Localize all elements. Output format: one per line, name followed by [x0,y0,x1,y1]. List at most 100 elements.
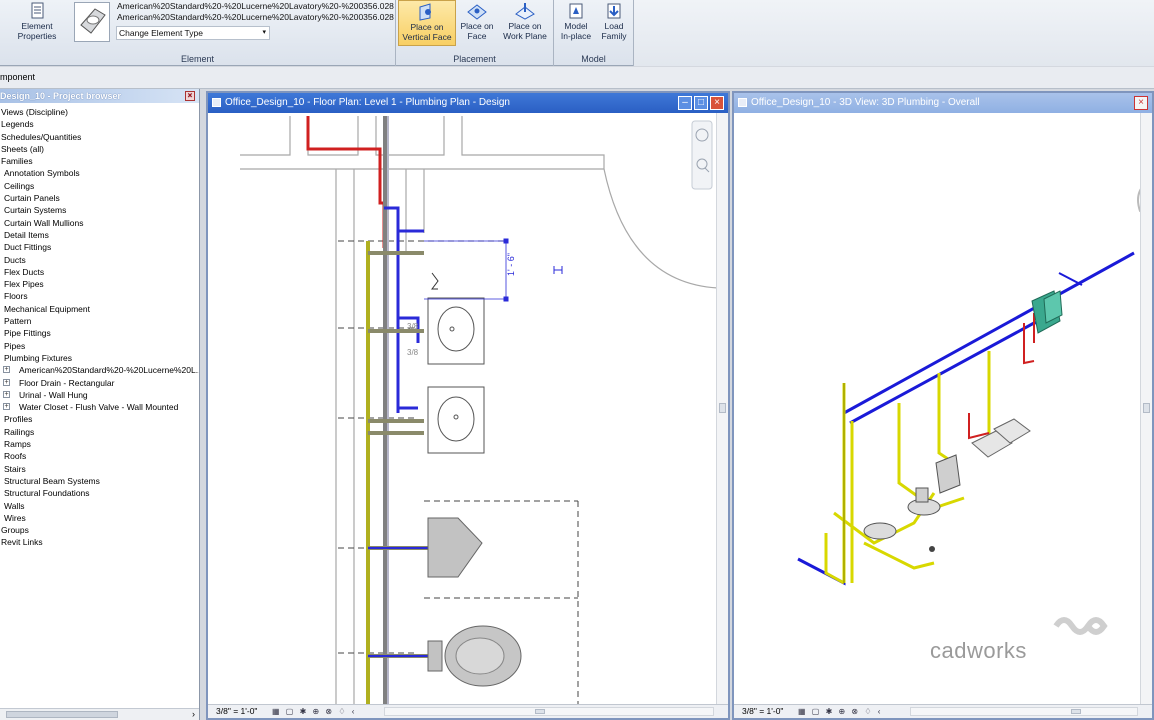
dimension [424,238,563,302]
tree-item[interactable]: + American%20Standard%20-%20Lucerne%20L..… [0,364,199,376]
place-on-work-plane-label: Place on Work Plane [503,21,547,41]
element-group: Element Properties American%20Standard%2… [0,0,396,66]
tree-item[interactable]: Schedules/Quantities [0,131,199,143]
floor-plan-canvas[interactable]: 1' - 6" 3/8 3/8 [208,113,728,704]
cadworks-logo [1050,608,1112,650]
tree-item[interactable]: Legends [0,118,199,130]
tree-item[interactable]: Views (Discipline) [0,106,199,118]
water-closet[interactable] [427,625,522,687]
tree-item[interactable]: Detail Items [0,229,199,241]
tree-item[interactable]: Ceilings [0,180,199,192]
tree-item[interactable]: Structural Beam Systems [0,475,199,487]
urinal[interactable] [427,517,483,578]
tree-item[interactable]: + Floor Drain - Rectangular [0,377,199,389]
scrollbar-thumb[interactable] [719,403,726,413]
scrollbar-thumb[interactable] [1143,403,1150,413]
tree-item-label: Roofs [4,451,27,462]
tree-item[interactable]: Pattern [0,315,199,327]
floor-plan-view-window[interactable]: Office_Design_10 - Floor Plan: Level 1 -… [206,91,730,720]
tree-item[interactable]: Ramps [0,438,199,450]
close-button[interactable]: × [710,96,724,110]
tree-item[interactable]: Floors [0,290,199,302]
expand-icon[interactable]: + [3,366,10,374]
tree-item[interactable]: Curtain Systems [0,204,199,216]
tree-item[interactable]: Ducts [0,254,199,266]
tree-item[interactable]: Families [0,155,199,167]
place-on-face-button[interactable]: Place on Face [458,0,496,46]
floor-plan-vscrollbar[interactable] [716,113,728,704]
tree-item[interactable]: Curtain Wall Mullions [0,217,199,229]
tree-item[interactable]: Pipes [0,340,199,352]
lavatory-3d[interactable] [971,418,1031,458]
tree-item[interactable]: Profiles [0,413,199,425]
minimize-button[interactable]: – [678,96,692,110]
tree-item[interactable]: Plumbing Fixtures [0,352,199,364]
maximize-button[interactable]: □ [694,96,708,110]
load-family-button[interactable]: Load Family [596,0,632,46]
tree-item[interactable]: + Water Closet - Flush Valve - Wall Mount… [0,401,199,413]
family-name-line1: American%20Standard%20-%20Lucerne%20Lava… [117,1,394,11]
tree-item-label: Revit Links [1,537,43,548]
face-icon [467,4,487,20]
tree-item[interactable]: Duct Fittings [0,241,199,253]
tree-item[interactable]: Curtain Panels [0,192,199,204]
tree-item[interactable]: Roofs [0,450,199,462]
change-element-type-dropdown[interactable]: Change Element Type ▾ [116,26,270,40]
water-closet-3d[interactable] [863,487,941,540]
element-properties-button[interactable]: Element Properties [14,0,60,46]
tree-item[interactable]: Walls [0,500,199,512]
expand-icon[interactable]: + [3,378,10,386]
3d-view-title-bar[interactable]: Office_Design_10 - 3D View: 3D Plumbing … [734,93,1152,113]
tree-item[interactable]: Mechanical Equipment [0,303,199,315]
model-in-place-button[interactable]: Model In-place [558,0,594,46]
view-scale[interactable]: 3/8" = 1'-0" [742,706,783,716]
tree-item[interactable]: Railings [0,426,199,438]
tree-item[interactable]: Sheets (all) [0,143,199,155]
tree-item[interactable]: Wires [0,512,199,524]
3d-view-title: Office_Design_10 - 3D View: 3D Plumbing … [751,97,980,108]
water-heater[interactable] [1031,290,1063,334]
close-button[interactable]: × [1134,96,1148,110]
tree-item-label: Structural Foundations [4,488,90,499]
tree-item[interactable]: Annotation Symbols [0,167,199,179]
tree-item[interactable]: Revit Links [0,536,199,548]
close-icon[interactable]: × [185,91,195,101]
tree-item[interactable]: Pipe Fittings [0,327,199,339]
scrollbar-thumb[interactable] [6,711,118,718]
place-on-work-plane-button[interactable]: Place on Work Plane [500,0,550,46]
tree-item-label: Families [1,156,33,167]
tree-item-label: Mechanical Equipment [4,303,90,314]
expand-icon[interactable]: + [3,403,10,411]
urinal-3d[interactable] [935,454,961,494]
scrollbar-thumb[interactable] [535,709,545,714]
view-control-icons[interactable]: ▦ ▢ ✱ ⊕ ⊗ ♢ ‹ [272,707,356,716]
tree-item[interactable]: + Urinal - Wall Hung [0,389,199,401]
tree-item[interactable]: Structural Foundations [0,487,199,499]
dimension-label: 1' - 6" [506,253,516,276]
lavatory-1[interactable] [427,297,485,365]
tree-item[interactable]: Stairs [0,463,199,475]
view-scale[interactable]: 3/8" = 1'-0" [216,706,257,716]
chevron-right-icon[interactable]: › [192,709,195,719]
expand-icon[interactable]: + [3,390,10,398]
navigation-bar[interactable] [691,120,713,190]
tree-item-label: Plumbing Fixtures [4,352,73,363]
3d-view-hscrollbar[interactable] [910,707,1138,716]
lavatory-thumbnail-icon [80,8,106,34]
project-browser-hscrollbar[interactable]: › [0,708,199,720]
view-control-icons[interactable]: ▦ ▢ ✱ ⊕ ⊗ ♢ ‹ [798,707,882,716]
lavatory-2[interactable] [427,386,485,454]
tree-item-label: Floor Drain - Rectangular [19,377,115,388]
tree-item[interactable]: Flex Ducts [0,266,199,278]
family-thumbnail[interactable] [74,2,110,42]
tree-item-label: Views (Discipline) [1,107,68,117]
tree-item[interactable]: Flex Pipes [0,278,199,290]
place-on-vertical-face-button[interactable]: Place on Vertical Face [398,0,456,46]
3d-view-vscrollbar[interactable] [1140,113,1152,704]
tree-item[interactable]: Groups [0,524,199,536]
floor-plan-hscrollbar[interactable] [384,707,714,716]
scrollbar-thumb[interactable] [1071,709,1081,714]
floor-plan-title-bar[interactable]: Office_Design_10 - Floor Plan: Level 1 -… [208,93,728,113]
model-in-place-label: Model In-place [560,21,592,41]
place-on-vertical-face-label: Place on Vertical Face [402,22,452,42]
